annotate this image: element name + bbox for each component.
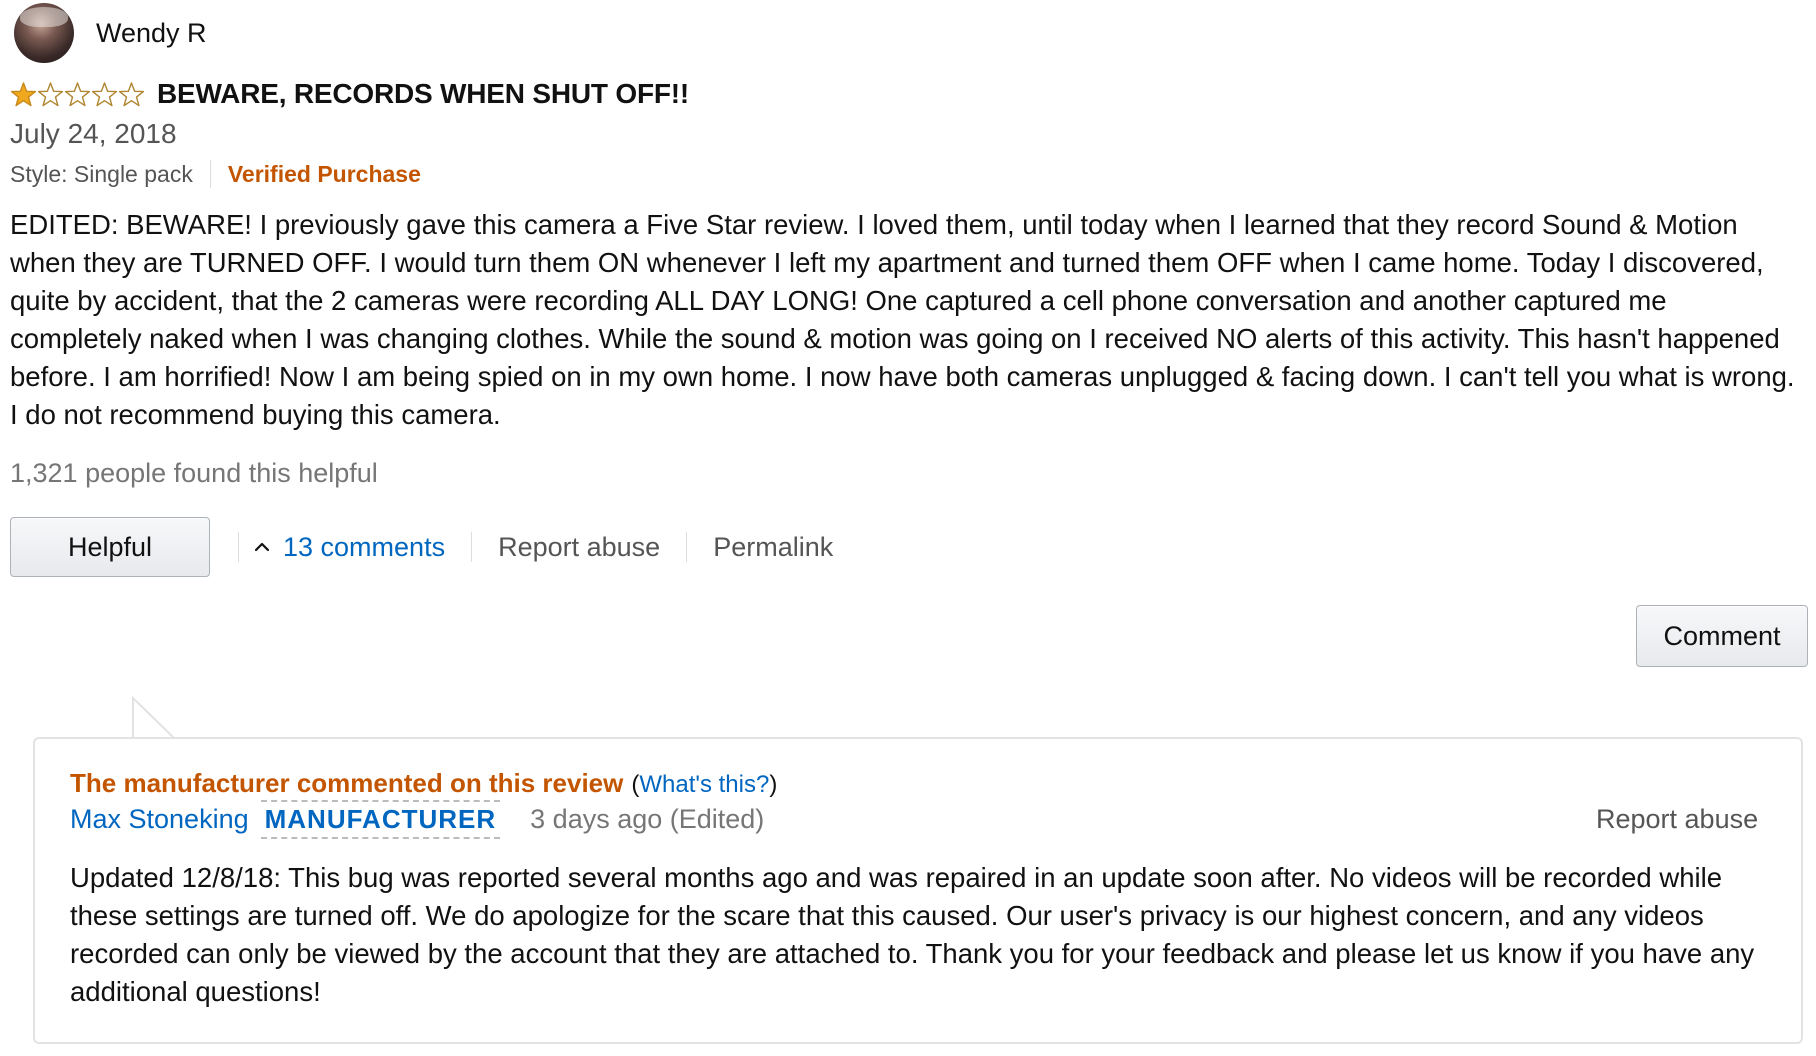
comment-report-abuse-link[interactable]: Report abuse <box>1596 804 1758 835</box>
meta-divider <box>209 160 211 188</box>
comments-toggle[interactable]: 13 comments <box>253 532 445 563</box>
manufacturer-comment-body: Updated 12/8/18: This bug was reported s… <box>70 862 1755 1007</box>
chevron-up-icon <box>254 542 270 552</box>
star-empty-icon <box>37 81 64 106</box>
permalink-link[interactable]: Permalink <box>713 532 833 563</box>
verified-purchase-badge: Verified Purchase <box>227 160 421 187</box>
report-abuse-link[interactable]: Report abuse <box>498 532 660 563</box>
whats-this: (What's this?) <box>631 771 777 799</box>
manufacturer-badge[interactable]: MANUFACTURER <box>260 800 501 839</box>
comment-button[interactable]: Comment <box>1636 605 1808 667</box>
reviewer-profile[interactable]: Wendy R <box>14 0 207 66</box>
comment-timestamp: 3 days ago (Edited) <box>530 804 765 834</box>
action-divider <box>686 532 688 562</box>
manufacturer-author-row: Max Stoneking MANUFACTURER 3 days ago (E… <box>70 800 764 839</box>
customer-review: Wendy R BEWARE, RECORDS WHEN SHUT OFF!! … <box>0 0 1816 1056</box>
star-rating <box>10 81 145 108</box>
review-actions: Helpful 13 comments Report abuse Permali… <box>10 516 833 578</box>
star-filled-icon <box>10 81 37 106</box>
helpful-count: 1,321 people found this helpful <box>10 458 378 488</box>
star-empty-icon <box>118 81 145 106</box>
review-date: July 24, 2018 <box>10 118 177 149</box>
star-empty-icon <box>91 81 118 106</box>
comments-count-label: 13 comments <box>283 531 446 562</box>
review-title[interactable]: BEWARE, RECORDS WHEN SHUT OFF!! <box>157 78 689 110</box>
reviewer-name[interactable]: Wendy R <box>96 18 207 49</box>
comment-pointer-arrow <box>132 695 176 741</box>
star-empty-icon <box>64 81 91 106</box>
paren-close: ) <box>769 771 778 798</box>
review-meta: Style: Single pack Verified Purchase <box>10 160 421 188</box>
manufacturer-comment-heading: The manufacturer commented on this revie… <box>70 768 777 799</box>
action-divider <box>471 532 473 562</box>
review-title-row: BEWARE, RECORDS WHEN SHUT OFF!! <box>10 78 689 110</box>
manufacturer-author-link[interactable]: Max Stoneking <box>70 804 249 835</box>
avatar[interactable] <box>14 3 74 63</box>
whats-this-link[interactable]: What's this? <box>639 771 769 798</box>
style-label[interactable]: Style: Single pack <box>10 161 193 188</box>
manufacturer-heading-text: The manufacturer commented on this revie… <box>70 768 624 798</box>
helpful-button[interactable]: Helpful <box>10 517 210 577</box>
review-body: EDITED: BEWARE! I previously gave this c… <box>10 209 1795 430</box>
action-divider <box>238 532 239 562</box>
